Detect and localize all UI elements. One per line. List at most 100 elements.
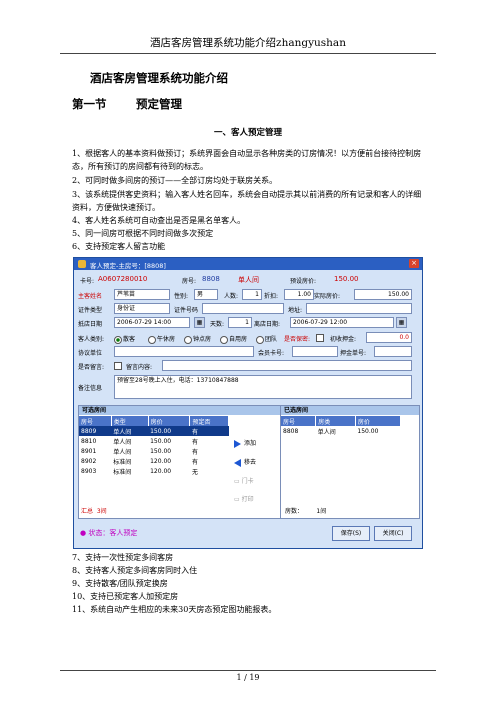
price-label: 预设房价:: [290, 278, 317, 285]
col-header[interactable]: 类型: [111, 416, 149, 426]
list-item: 4、客人姓名系统可自动查出是否是黑名单客人。: [72, 216, 246, 225]
print-button[interactable]: ▭ 打印: [234, 494, 274, 506]
agreement-select[interactable]: [114, 346, 254, 357]
card-icon: ▭: [234, 478, 242, 485]
close-button[interactable]: 关闭(C): [374, 526, 412, 541]
preset-price: 150.00: [334, 275, 359, 283]
table-row[interactable]: 8902 标准间 120.00 有: [79, 456, 229, 466]
list-item: 9、支持散客/团队预定换房: [72, 579, 168, 588]
radio-option[interactable]: 散客: [114, 334, 135, 344]
list-item: 2、可同时做多间房的预订——全部订房均处于联房关系。: [72, 176, 278, 185]
member-card-label: 会员卡号:: [258, 350, 285, 357]
count-label: 人数:: [224, 293, 239, 300]
add-room-button[interactable]: 添加: [234, 438, 274, 450]
reservation-dialog: 客人预定-主房号：[8808] × 卡号: A0607280010 房号: 88…: [73, 257, 423, 549]
address-label: 地址:: [288, 307, 303, 314]
col-header[interactable]: 房类: [315, 416, 356, 426]
page-header: 酒店客房管理系统功能介绍zhangyushan: [150, 37, 346, 49]
table-row[interactable]: 8810 单人间 150.00 有: [79, 436, 229, 446]
calendar-icon[interactable]: ▦: [396, 317, 407, 328]
message-checkbox[interactable]: [114, 362, 122, 370]
printer-icon: ▭: [234, 496, 242, 503]
col-header[interactable]: 房号: [281, 416, 317, 426]
radio-option[interactable]: 团队: [256, 334, 277, 344]
actual-price-label: 实际房价:: [314, 293, 341, 300]
deposit-label: 初收押金:: [330, 336, 357, 343]
table-row[interactable]: 8808 单人间 150.00: [281, 426, 401, 436]
table-row[interactable]: 8809 单人间 150.00 有: [79, 426, 229, 436]
remark-label: 备注信息: [78, 385, 103, 392]
available-rooms-title: 可选房间: [79, 406, 307, 415]
available-total: 汇总 3间: [81, 508, 107, 515]
leave-date-field[interactable]: 2006-07-29 12:00: [290, 317, 394, 328]
agreement-row: 协议单位 会员卡号: 押金单号:: [78, 346, 418, 358]
status-text: ● 状态：客人预定: [80, 529, 138, 537]
id-type-select[interactable]: 身份证: [114, 303, 170, 314]
discount-field[interactable]: 1.00: [284, 289, 314, 300]
actual-price-field[interactable]: 150.00: [354, 289, 412, 300]
doc-title: 酒店客房管理系统功能介绍: [90, 71, 228, 85]
guest-category-label: 客人类别:: [78, 336, 105, 343]
col-header[interactable]: 房号: [79, 416, 112, 426]
id-row: 证件类型 身份证 证件号码 地址:: [78, 303, 418, 315]
room-type: 单人间: [238, 276, 259, 284]
remark-row: 备注信息 预留至28号晚上入住，电话：13710847888: [78, 375, 418, 401]
address-field[interactable]: [306, 303, 412, 314]
deposit-field[interactable]: 0.0: [366, 332, 412, 343]
guest-count-field[interactable]: 1: [242, 289, 262, 300]
list-item: 3、该系统提供客史资料；输入客人姓名回车，系统会自动提示其以前消费的所有记录和客…: [72, 190, 422, 212]
remark-field[interactable]: 预留至28号晚上入住，电话：13710847888: [114, 375, 412, 399]
gender-select[interactable]: 男: [194, 289, 218, 300]
id-type-label: 证件类型: [78, 307, 103, 314]
selected-rooms-title: 已选房间: [281, 406, 419, 415]
agreement-label: 协议单位: [78, 350, 103, 357]
card-row: 卡号: A0607280010 房号: 8808 单人间 预设房价: 150.0…: [78, 274, 418, 286]
leave-label: 离店日期:: [254, 321, 281, 328]
radio-option[interactable]: 钟点房: [184, 334, 211, 344]
arrive-label: 抵店日期: [78, 321, 103, 328]
section-title: 预定管理: [136, 97, 182, 111]
guest-name-field[interactable]: 芦苇苗: [114, 289, 170, 300]
page-number: 1 / 19: [236, 673, 260, 682]
close-icon[interactable]: ×: [409, 259, 419, 268]
col-header[interactable]: 房价: [148, 416, 191, 426]
member-card-field[interactable]: [292, 346, 338, 357]
list-item: 5、同一间房可根据不同时间做多次预定: [72, 229, 214, 238]
list-item: 10、支持已预定客人加预定房: [72, 592, 179, 601]
remove-room-button[interactable]: 移去: [234, 457, 274, 469]
table-row[interactable]: 8901 单人间 150.00 有: [79, 446, 229, 456]
room-number: 8808: [202, 275, 220, 283]
radio-option[interactable]: 午休房: [148, 334, 175, 344]
days-label: 天数:: [210, 321, 225, 328]
radio-option[interactable]: 自用房: [220, 334, 247, 344]
col-header[interactable]: 房价: [355, 416, 402, 426]
days-field[interactable]: 1: [228, 317, 252, 328]
discount-label: 折扣:: [264, 293, 279, 300]
room-label: 房号:: [182, 278, 197, 285]
secret-checkbox[interactable]: [316, 334, 324, 342]
message-content-field[interactable]: [162, 360, 412, 371]
section-heading: 第一节 预定管理: [72, 96, 182, 112]
card-number: A0607280010: [98, 275, 148, 283]
door-card-button[interactable]: ▭ 门卡: [234, 476, 274, 488]
id-number-field[interactable]: [202, 303, 284, 314]
table-row[interactable]: 8903 标准间 120.00 无: [79, 466, 229, 476]
dialog-titlebar: 客人预定-主房号：[8808] ×: [74, 258, 422, 270]
calendar-icon[interactable]: ▦: [194, 317, 205, 328]
id-no-label: 证件号码: [174, 307, 199, 314]
deposit-no-field[interactable]: [374, 346, 412, 357]
secret-label: 是否保密:: [284, 336, 311, 343]
date-row: 抵店日期 2006-07-29 14:00 ▦ 天数: 1 离店日期: 2006…: [78, 317, 418, 329]
save-button[interactable]: 保存(S): [332, 526, 370, 541]
arrive-date-field[interactable]: 2006-07-29 14:00: [114, 317, 190, 328]
gender-label: 性别:: [174, 293, 189, 300]
section-number: 第一节: [72, 97, 107, 111]
list-item: 6、支持预定客人留言功能: [72, 242, 166, 251]
col-header[interactable]: 预定否: [189, 416, 229, 426]
card-label: 卡号:: [80, 278, 95, 285]
selected-rooms-table: 房号 房类 房价 8808 单人间 150.00: [281, 416, 402, 436]
header-rule: [60, 53, 436, 54]
message-content-label: 留言内容:: [126, 364, 153, 371]
deposit-no-label: 押金单号:: [340, 350, 367, 357]
available-rooms-table: 房号 类型 房价 预定否 8809 单人间 150.00 有 8810 单人间 150.0…: [79, 416, 229, 476]
